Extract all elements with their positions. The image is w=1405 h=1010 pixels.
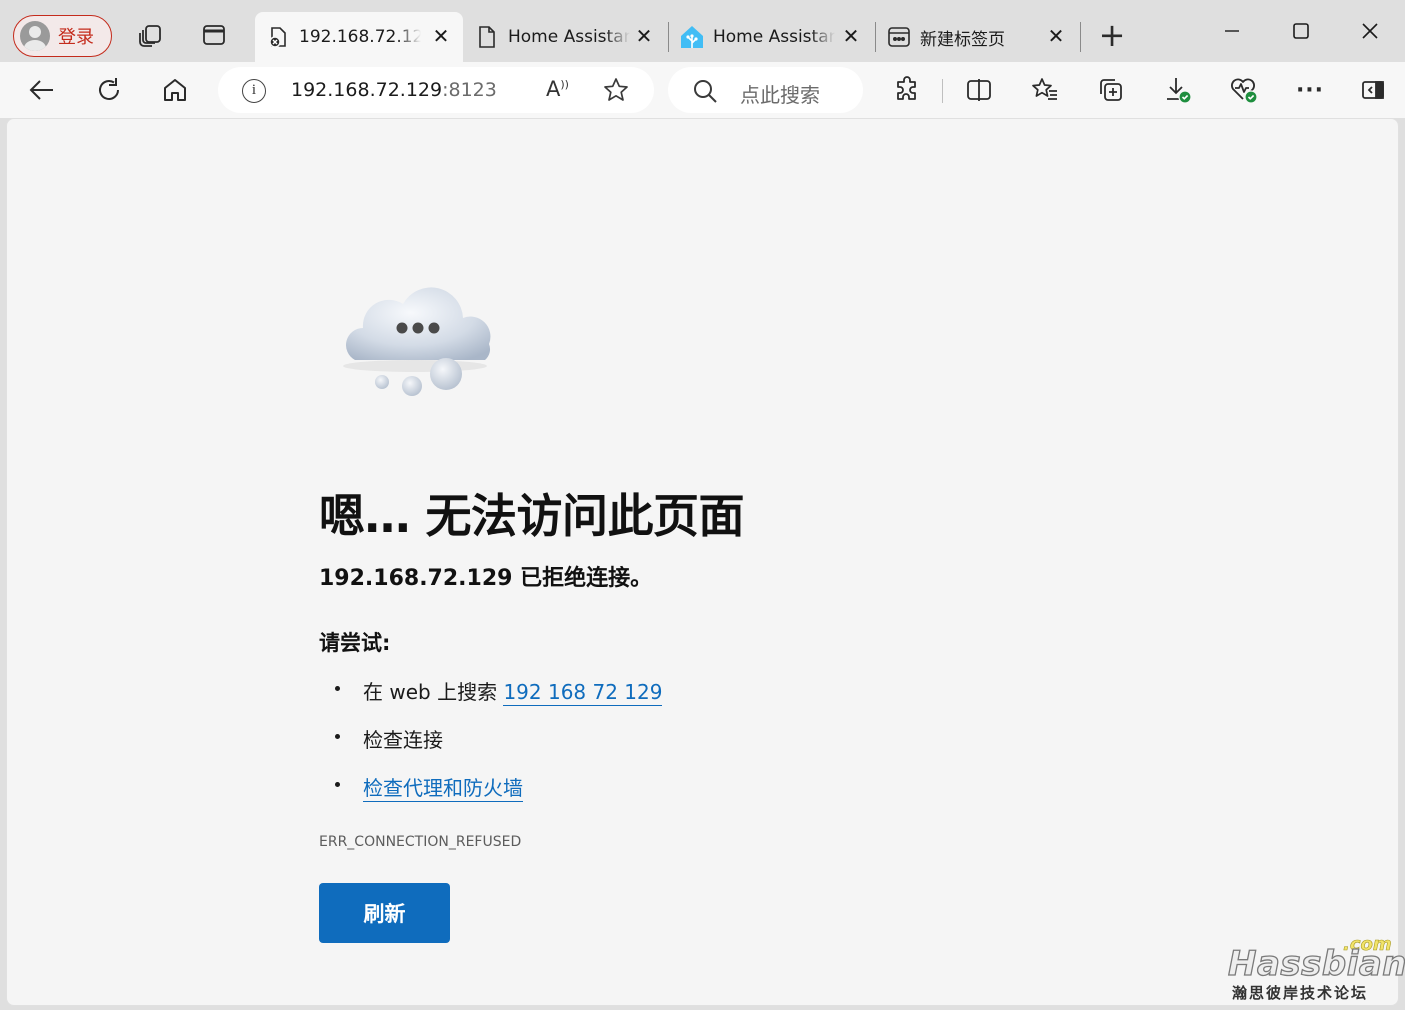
refresh-button[interactable]: 刷新 xyxy=(319,883,450,943)
tab-title: Home Assistant xyxy=(713,27,835,47)
tab-separator xyxy=(1080,22,1081,52)
bullet-icon xyxy=(335,782,340,787)
list-item: 在 web 上搜索 192 168 72 129 xyxy=(319,676,663,724)
toolbar-separator xyxy=(942,79,943,103)
tab-error-page[interactable]: 192.168.72.129 ✕ xyxy=(255,12,463,62)
new-tab-page-icon xyxy=(886,24,912,50)
profile-label: 登录 xyxy=(58,27,94,48)
bullet-icon xyxy=(335,686,340,691)
tab-strip: 登录 192.168.72.129 ✕ Home Assistant ✕ Hom… xyxy=(0,0,1405,62)
browser-toolbar: i 192.168.72.129:8123 A)) 点此搜索 ··· xyxy=(0,62,1405,118)
tab-title: 新建标签页 xyxy=(920,29,1005,50)
favorites-icon[interactable] xyxy=(1027,72,1063,108)
search-icon xyxy=(692,78,718,104)
profile-button[interactable]: 登录 xyxy=(13,15,112,57)
search-box[interactable]: 点此搜索 xyxy=(668,67,863,113)
suggestion-check-connection: 检查连接 xyxy=(363,728,443,752)
search-web-link[interactable]: 192 168 72 129 xyxy=(503,680,663,706)
new-tab-button[interactable]: + xyxy=(1097,19,1127,51)
avatar-icon xyxy=(20,21,50,51)
minimize-button[interactable] xyxy=(1212,14,1252,48)
error-title: 嗯… 无法访问此页面 xyxy=(319,489,745,543)
address-bar[interactable]: i 192.168.72.129:8123 A)) xyxy=(218,67,654,113)
hassbian-watermark: .com Hassbian 瀚思彼岸技术论坛 xyxy=(1226,934,1405,1004)
page-viewport xyxy=(6,118,1399,1006)
tab-close-button[interactable]: ✕ xyxy=(841,26,861,46)
try-label: 请尝试: xyxy=(319,631,391,655)
close-window-button[interactable] xyxy=(1350,14,1390,48)
watermark-brand: Hassbian xyxy=(1227,943,1405,984)
search-placeholder: 点此搜索 xyxy=(740,83,820,107)
split-screen-icon[interactable] xyxy=(961,72,997,108)
tab-close-button[interactable]: ✕ xyxy=(1046,26,1066,46)
workspaces-icon[interactable] xyxy=(136,20,166,50)
error-page-icon xyxy=(265,24,291,50)
watermark-tagline: 瀚思彼岸技术论坛 xyxy=(1232,984,1369,1002)
tab-title: Home Assistant xyxy=(508,27,630,47)
favorite-star-icon[interactable] xyxy=(602,76,630,104)
maximize-button[interactable] xyxy=(1281,14,1321,48)
error-code: ERR_CONNECTION_REFUSED xyxy=(319,834,522,850)
suggestion-search-prefix: 在 web 上搜索 xyxy=(363,680,504,704)
tab-close-button[interactable]: ✕ xyxy=(431,26,451,46)
tab-title: 192.168.72.129 xyxy=(299,27,421,47)
more-options-button[interactable]: ··· xyxy=(1292,72,1328,108)
address-url[interactable]: 192.168.72.129:8123 xyxy=(291,79,497,101)
tab-home-assistant-1[interactable]: Home Assistant ✕ xyxy=(464,12,666,62)
collections-icon[interactable] xyxy=(1093,72,1129,108)
check-proxy-firewall-link[interactable]: 检查代理和防火墙 xyxy=(363,776,523,802)
error-subtitle: 192.168.72.129 已拒绝连接。 xyxy=(319,566,653,591)
extensions-icon[interactable] xyxy=(889,72,925,108)
sidebar-toggle-icon[interactable] xyxy=(1355,72,1391,108)
read-aloud-icon[interactable]: A)) xyxy=(546,77,569,101)
browser-essentials-icon[interactable] xyxy=(1226,72,1262,108)
home-button[interactable] xyxy=(157,72,193,108)
list-item: 检查代理和防火墙 xyxy=(319,772,662,820)
site-info-icon[interactable]: i xyxy=(242,79,266,103)
suggestion-list: 在 web 上搜索 192 168 72 129 检查连接 检查代理和防火墙 xyxy=(319,676,663,820)
tab-close-button[interactable]: ✕ xyxy=(634,26,654,46)
bullet-icon xyxy=(335,734,340,739)
tab-home-assistant-2[interactable]: Home Assistant ✕ xyxy=(669,12,873,62)
refresh-icon[interactable] xyxy=(91,72,127,108)
tab-new-tab[interactable]: 新建标签页 ✕ xyxy=(876,12,1078,62)
home-assistant-logo-icon xyxy=(679,24,705,50)
vertical-tabs-icon[interactable] xyxy=(199,20,229,50)
page-icon xyxy=(474,24,500,50)
list-item: 检查连接 xyxy=(319,724,662,772)
back-button[interactable] xyxy=(24,72,60,108)
downloads-icon[interactable] xyxy=(1160,72,1196,108)
cloud-illustration-icon xyxy=(335,278,495,400)
